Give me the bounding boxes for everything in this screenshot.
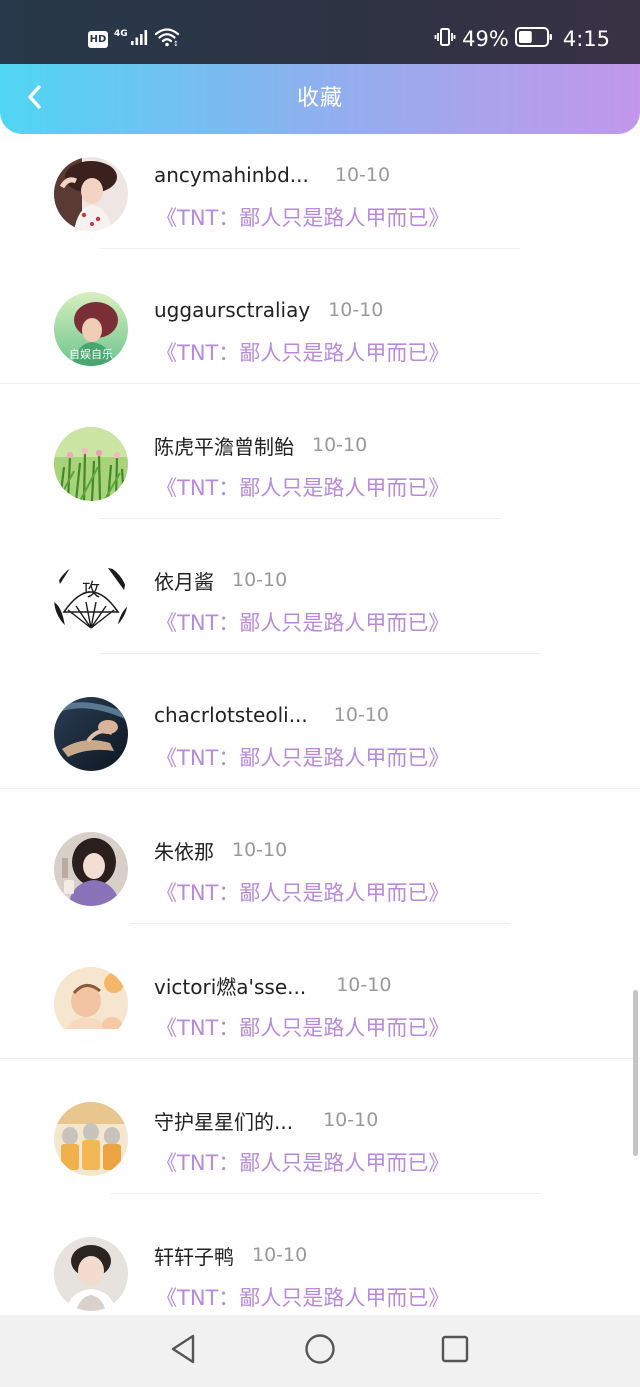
name-line: chacrlotsteoli... 10-10 [154, 700, 389, 730]
book-title-link[interactable]: 《TNT：鄙人只是路人甲而已》 [156, 877, 449, 907]
nav-recents-button[interactable] [435, 1331, 475, 1371]
list-item[interactable]: 朱依那 10-10 《TNT：鄙人只是路人甲而已》 [0, 809, 640, 944]
status-right-group: 49% 4:15 [434, 24, 610, 54]
battery-fill [518, 30, 532, 43]
username[interactable]: 陈虎平澹曾制鲐 [154, 431, 294, 460]
username[interactable]: chacrlotsteoli... [154, 703, 308, 727]
hd-badge: HD [88, 30, 108, 48]
vibrate-icon [434, 26, 456, 53]
date-label: 10-10 [252, 1244, 308, 1266]
network-type-label: 4G [114, 29, 128, 39]
username[interactable]: 轩轩子鸭 [154, 1241, 234, 1270]
status-left-group: HD 4G ↕ [88, 26, 180, 52]
divider [0, 788, 640, 789]
scrollbar[interactable] [633, 990, 638, 1156]
username[interactable]: 守护星星们的... [154, 1106, 293, 1135]
list-item[interactable]: 守护星星们的... 10-10 《TNT：鄙人只是路人甲而已》 [0, 1079, 640, 1214]
avatar[interactable] [54, 1237, 128, 1311]
list-item[interactable]: 轩轩子鸭 10-10 《TNT：鄙人只是路人甲而已》 [0, 1214, 640, 1315]
square-recents-icon [440, 1334, 470, 1368]
date-label: 10-10 [232, 569, 288, 591]
avatar-caption: 攻 [82, 580, 100, 601]
date-label: 10-10 [323, 1109, 379, 1131]
date-label: 10-10 [312, 434, 368, 456]
battery-percent: 49% [462, 27, 509, 51]
book-title-link[interactable]: 《TNT：鄙人只是路人甲而已》 [156, 472, 449, 502]
divider [100, 248, 520, 249]
avatar-caption: 自娱自乐 [69, 347, 113, 361]
avatar[interactable] [54, 832, 128, 906]
divider [0, 1058, 640, 1059]
divider [100, 518, 500, 519]
avatar[interactable] [54, 157, 128, 231]
cellular-signal-icon [130, 28, 148, 50]
list-item[interactable]: victori燃a'sse... 10-10 《TNT：鄙人只是路人甲而已》 [0, 944, 640, 1079]
nav-home-button[interactable] [300, 1331, 340, 1371]
book-title-link[interactable]: 《TNT：鄙人只是路人甲而已》 [156, 1147, 449, 1177]
circle-home-icon [304, 1333, 336, 1369]
battery-icon [514, 26, 553, 53]
list-item[interactable]: 攻 依月酱 10-10 《TNT：鄙人只是路人甲而已》 [0, 539, 640, 674]
date-label: 10-10 [333, 704, 389, 726]
date-label: 10-10 [232, 839, 288, 861]
divider [100, 653, 540, 654]
avatar[interactable] [54, 427, 128, 501]
book-title-link[interactable]: 《TNT：鄙人只是路人甲而已》 [156, 1012, 449, 1042]
wifi-icon: ↕ [154, 27, 180, 51]
name-line: 依月酱 10-10 [154, 565, 287, 595]
name-line: 轩轩子鸭 10-10 [154, 1240, 307, 1270]
avatar[interactable] [54, 697, 128, 771]
avatar[interactable] [54, 967, 128, 1041]
date-label: 10-10 [334, 164, 391, 186]
avatar[interactable]: 自娱自乐 [54, 292, 128, 366]
favorites-list: ancymahinbd... 10-10 《TNT：鄙人只是路人甲而已》 自娱自… [0, 134, 640, 1315]
name-line: victori燃a'sse... 10-10 [154, 970, 391, 1000]
username[interactable]: 依月酱 [154, 566, 214, 595]
name-line: 朱依那 10-10 [154, 835, 287, 865]
book-title-link[interactable]: 《TNT：鄙人只是路人甲而已》 [156, 607, 449, 637]
name-line: ancymahinbd... 10-10 [154, 160, 390, 190]
list-item[interactable]: 自娱自乐 uggaursctraliay 10-10 《TNT：鄙人只是路人甲而… [0, 269, 640, 404]
status-bar: HD 4G ↕ 49% 4:15 [0, 0, 640, 70]
divider [130, 923, 510, 924]
clock-time: 4:15 [562, 27, 610, 51]
date-label: 10-10 [336, 974, 392, 996]
divider [110, 1193, 540, 1194]
name-line: uggaursctraliay 10-10 [154, 295, 383, 325]
avatar[interactable] [54, 1102, 128, 1176]
book-title-link[interactable]: 《TNT：鄙人只是路人甲而已》 [156, 202, 449, 232]
app-header: 收藏 [0, 64, 640, 134]
username[interactable]: ancymahinbd... [154, 163, 309, 187]
avatar[interactable]: 攻 [54, 562, 128, 636]
nav-back-button[interactable] [163, 1331, 203, 1371]
system-nav-bar [0, 1315, 640, 1387]
username[interactable]: 朱依那 [154, 836, 214, 865]
list-item[interactable]: 陈虎平澹曾制鲐 10-10 《TNT：鄙人只是路人甲而已》 [0, 404, 640, 539]
date-label: 10-10 [328, 299, 384, 321]
name-line: 陈虎平澹曾制鲐 10-10 [154, 430, 367, 460]
list-item[interactable]: chacrlotsteoli... 10-10 《TNT：鄙人只是路人甲而已》 [0, 674, 640, 809]
page-title: 收藏 [296, 86, 343, 111]
book-title-link[interactable]: 《TNT：鄙人只是路人甲而已》 [156, 1282, 449, 1312]
name-line: 守护星星们的... 10-10 [154, 1105, 378, 1135]
triangle-back-icon [168, 1333, 198, 1369]
username[interactable]: uggaursctraliay [154, 298, 310, 322]
divider [0, 383, 640, 384]
book-title-link[interactable]: 《TNT：鄙人只是路人甲而已》 [156, 337, 449, 367]
svg-text:↕: ↕ [173, 40, 179, 47]
list-item[interactable]: ancymahinbd... 10-10 《TNT：鄙人只是路人甲而已》 [0, 134, 640, 269]
username[interactable]: victori燃a'sse... [154, 971, 306, 1000]
book-title-link[interactable]: 《TNT：鄙人只是路人甲而已》 [156, 742, 449, 772]
